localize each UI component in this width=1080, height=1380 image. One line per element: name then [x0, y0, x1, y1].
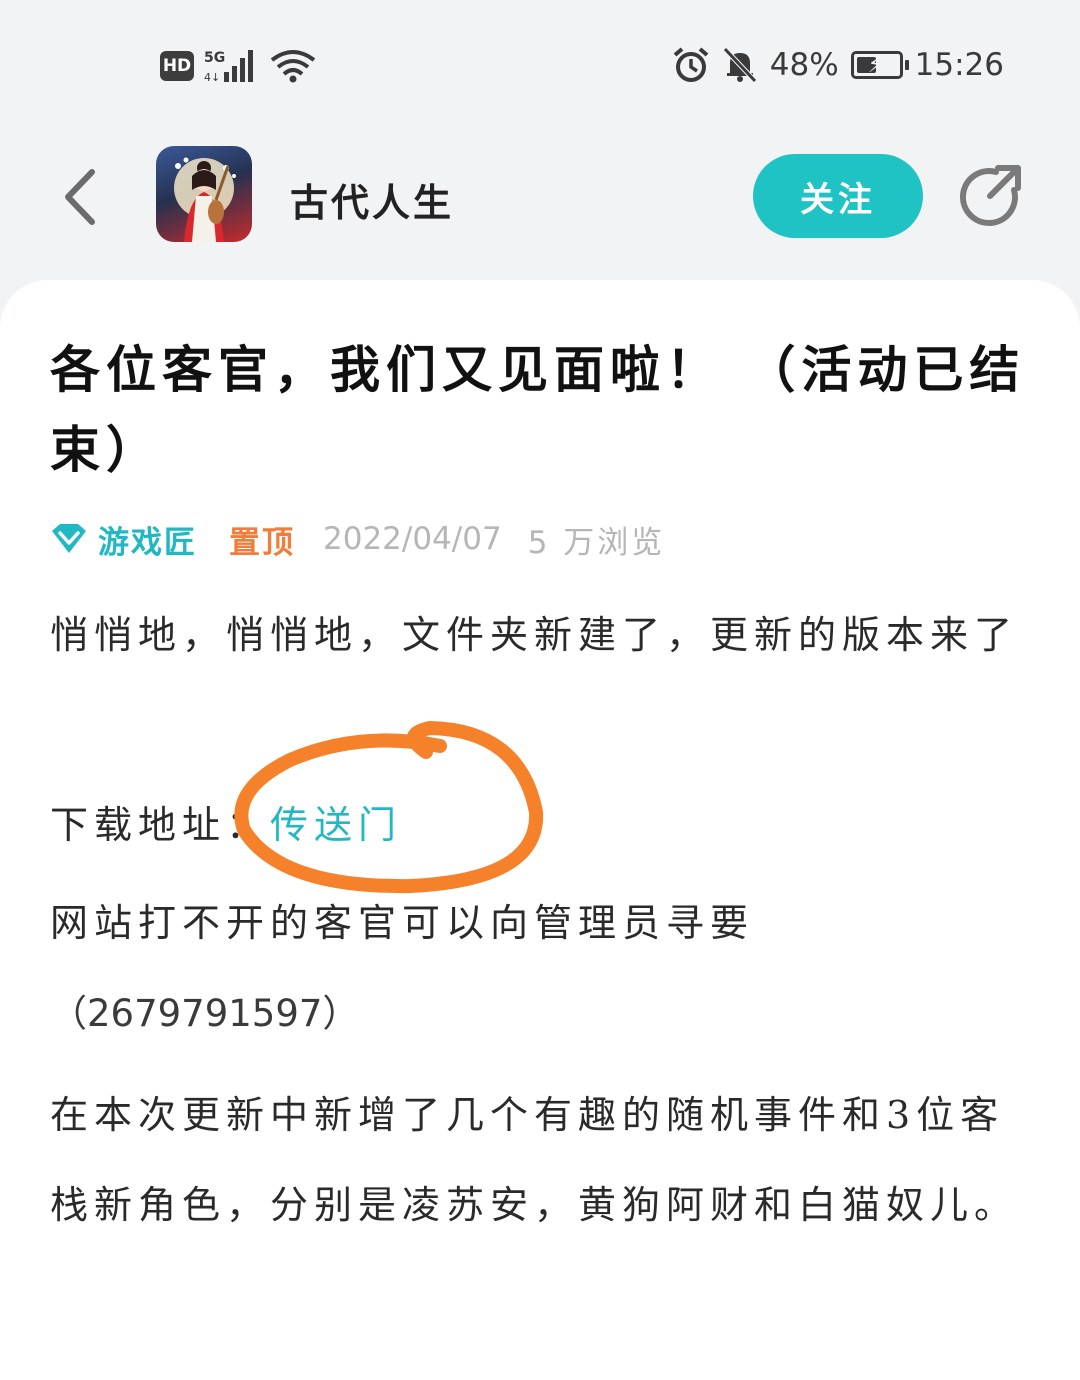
app-name: 古代人生	[290, 180, 455, 225]
qq-number-line: （2679791597）	[50, 968, 1040, 1059]
wifi-icon	[270, 50, 316, 83]
charging-bolt-icon: ⚡	[867, 53, 884, 78]
paragraph-intro: 悄悄地，悄悄地，文件夹新建了，更新的版本来了	[50, 613, 1019, 657]
svg-text:5G: 5G	[204, 50, 225, 66]
alarm-icon	[673, 47, 709, 82]
status-left: HD 5G 4↓	[160, 48, 318, 84]
battery-icon: ⚡	[850, 51, 909, 79]
status-bar: HD 5G 4↓ 48% ⚡ 15:26	[0, 0, 1080, 140]
view-count: 5 万浏览	[527, 524, 666, 561]
back-button[interactable]	[56, 162, 106, 232]
paragraph-contact: 网站打不开的客官可以向管理员寻要	[50, 901, 755, 945]
post-date: 2022/04/07	[323, 521, 502, 557]
post-card: 各位客官，我们又见面啦！ （活动已结束） 游戏匠 置顶 2022/04/07 5…	[0, 280, 1080, 1380]
qq-number: （2679791597）	[50, 992, 360, 1035]
download-link[interactable]: 传送门	[270, 803, 402, 847]
signal-icon: 5G 4↓	[204, 50, 253, 84]
post-title: 各位客官，我们又见面啦！ （活动已结束）	[50, 340, 1026, 479]
download-line: 下载地址：传送门	[50, 780, 1040, 870]
paragraph-update: 在本次更新中新增了几个有趣的随机事件和3位客栈新角色，分别是凌苏安，黄狗阿财和白…	[50, 1093, 1019, 1227]
svg-text:4↓: 4↓	[204, 71, 220, 84]
diamond-icon	[52, 524, 86, 553]
author-name[interactable]: 游戏匠	[98, 517, 197, 562]
status-right: 48% ⚡ 15:26	[672, 46, 1004, 84]
mute-bell-icon	[722, 47, 757, 83]
pinned-badge: 置顶	[229, 524, 295, 561]
battery-percent: 48%	[769, 47, 839, 83]
download-label: 下载地址：	[50, 803, 271, 847]
hd-badge: HD	[160, 51, 194, 81]
app-icon[interactable]	[156, 146, 252, 242]
clock: 15:26	[914, 47, 1004, 83]
share-icon[interactable]	[956, 162, 1022, 228]
post-meta: 游戏匠 置顶 2022/04/07 5 万浏览	[50, 514, 665, 564]
app-icon-art	[174, 157, 236, 242]
app-header: 古代人生 关注	[0, 140, 1080, 270]
follow-button[interactable]: 关注	[753, 154, 923, 238]
